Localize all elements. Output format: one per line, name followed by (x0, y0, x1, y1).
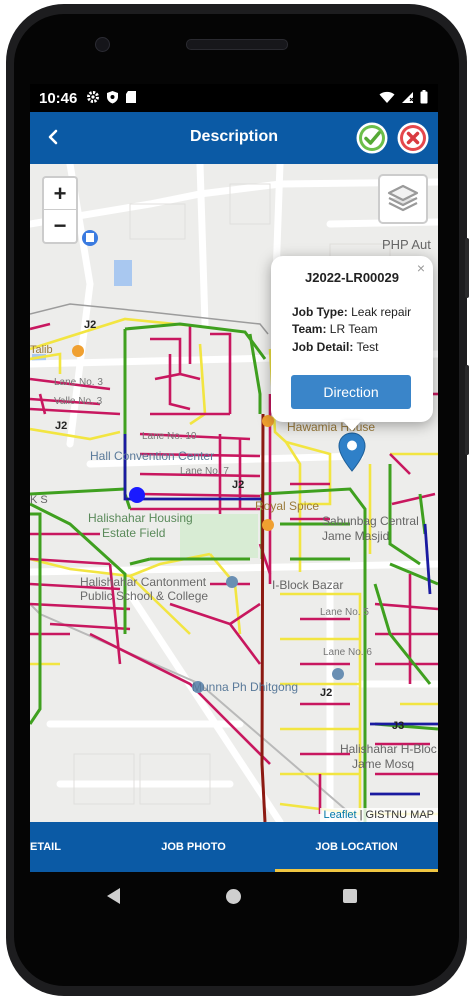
earpiece-speaker (186, 39, 288, 50)
close-circle-icon (397, 122, 429, 154)
job-popup: × J2022-LR00029 Job Type: Leak repair Te… (271, 256, 433, 422)
wifi-icon (379, 91, 395, 103)
screen: 10:46 Description PHP Aut Talib Lane No.… (30, 84, 438, 872)
attribution-separator: | (356, 809, 366, 821)
job-id: J2022-LR00029 (305, 270, 399, 285)
job-detail-label: Job Detail: (292, 340, 354, 354)
status-bar: 10:46 (30, 84, 438, 112)
water-area (114, 260, 132, 286)
team-label: Team: (292, 322, 327, 336)
team-value: LR Team (329, 322, 378, 336)
leaflet-link[interactable]: Leaflet (324, 809, 357, 821)
volume-button (465, 365, 469, 455)
place-pin-icon (262, 519, 274, 531)
job-detail-row: Job Detail: Test (292, 340, 378, 354)
bottom-tabs: ETAIL JOB PHOTO JOB LOCATION (30, 822, 438, 872)
system-nav-bar (30, 872, 438, 922)
popup-tip (342, 420, 362, 431)
nav-recents-icon[interactable] (343, 889, 357, 903)
app-bar: Description (30, 112, 438, 164)
attribution-source: GISTNU MAP (365, 809, 434, 821)
map-view[interactable]: PHP Aut Talib Lane No. 3 Valle No. 3 Lan… (30, 164, 438, 822)
tab-detail[interactable]: ETAIL (30, 822, 70, 872)
direction-button[interactable]: Direction (291, 375, 411, 409)
job-type-value: Leak repair (351, 305, 412, 319)
phone-frame: 10:46 Description PHP Aut Talib Lane No.… (0, 0, 473, 1000)
layers-icon (387, 184, 419, 212)
sd-card-icon (126, 91, 136, 103)
map-attribution: Leaflet | GISTNU MAP (319, 808, 438, 822)
status-system-icons (379, 90, 428, 104)
place-pin-icon (226, 576, 238, 588)
gear-icon (87, 91, 99, 103)
nav-back-icon[interactable] (107, 888, 120, 904)
battery-icon (420, 90, 428, 104)
job-type-row: Job Type: Leak repair (292, 305, 411, 319)
nav-home-icon[interactable] (226, 889, 241, 904)
zoom-in-button[interactable]: + (44, 178, 76, 209)
park-area (180, 514, 258, 558)
front-camera (95, 37, 110, 52)
zoom-control: + − (42, 176, 78, 244)
tab-job-photo[interactable]: JOB PHOTO (112, 822, 275, 872)
tab-job-location[interactable]: JOB LOCATION (275, 822, 438, 872)
place-pin-icon (192, 681, 204, 693)
place-pin-icon (72, 345, 84, 357)
job-location-marker[interactable] (338, 432, 366, 472)
signal-icon (402, 91, 414, 103)
team-row: Team: LR Team (292, 322, 378, 336)
current-location-marker (129, 487, 145, 503)
confirm-button[interactable] (355, 121, 389, 155)
job-type-label: Job Type: (292, 305, 348, 319)
zoom-out-button[interactable]: − (44, 209, 76, 241)
status-time: 10:46 (39, 90, 78, 107)
place-pin-icon (332, 668, 344, 680)
shield-icon (107, 91, 118, 104)
power-button (465, 238, 469, 298)
check-circle-icon (356, 122, 388, 154)
status-notification-icons (86, 90, 137, 104)
job-detail-value: Test (356, 340, 379, 354)
layers-button[interactable] (378, 174, 428, 224)
cancel-button[interactable] (396, 121, 430, 155)
